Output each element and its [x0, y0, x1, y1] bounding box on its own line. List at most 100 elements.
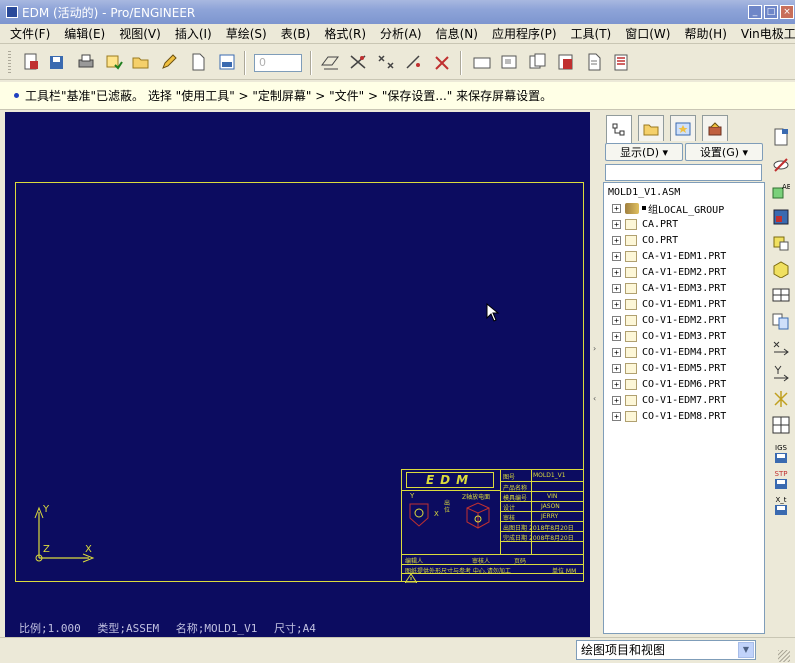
value-spinner[interactable]: 0	[254, 54, 302, 72]
export-stp-icon[interactable]: STP	[772, 466, 790, 494]
table-grid-icon[interactable]	[772, 286, 790, 304]
datum-plane-display-icon[interactable]	[320, 52, 340, 72]
grid-window-icon[interactable]	[772, 416, 790, 434]
export-igs-icon[interactable]: IGS	[772, 440, 790, 468]
label-view-icon[interactable]: AB	[772, 182, 790, 200]
new-drawing-icon[interactable]	[21, 52, 41, 72]
menu-vin-electrode[interactable]: Vin电极工具	[741, 25, 795, 42]
menu-sketch[interactable]: 草绘(S)	[226, 25, 267, 42]
tab-favorites[interactable]	[670, 115, 696, 141]
chevron-down-icon[interactable]: ▼	[738, 642, 754, 658]
detail-view-icon[interactable]	[772, 260, 790, 278]
group-icon	[625, 202, 639, 214]
menu-tools[interactable]: 工具(T)	[571, 25, 612, 42]
menu-insert[interactable]: 插入(I)	[175, 25, 212, 42]
tree-node-part[interactable]: + CO-V1-EDM1.PRT	[612, 296, 726, 312]
general-view-icon[interactable]	[772, 208, 790, 226]
sheet-icon[interactable]	[472, 52, 492, 72]
tree-node-part[interactable]: + CA-V1-EDM1.PRT	[612, 248, 726, 264]
view-icon[interactable]	[500, 52, 520, 72]
tree-node-part[interactable]: + CO-V1-EDM3.PRT	[612, 328, 726, 344]
menu-info[interactable]: 信息(N)	[436, 25, 478, 42]
tree-node-part[interactable]: + CO-V1-EDM2.PRT	[612, 312, 726, 328]
tree-node-group[interactable]: + 组LOCAL_GROUP	[612, 200, 724, 216]
model-tree[interactable]: MOLD1_V1.ASM + 组LOCAL_GROUP + CA.PRT + CO.PRT…	[603, 182, 765, 634]
menu-format[interactable]: 格式(R)	[324, 25, 366, 42]
copy-view-icon[interactable]	[772, 312, 790, 330]
collapse-arrow-icon[interactable]: ‹	[593, 394, 596, 403]
menu-table[interactable]: 表(B)	[281, 25, 311, 42]
annotation-off-icon[interactable]	[432, 52, 452, 72]
toolbar-grip[interactable]	[8, 51, 11, 75]
expand-node-icon[interactable]: +	[612, 395, 621, 405]
new-sheet-icon[interactable]	[772, 128, 790, 146]
note-icon[interactable]	[584, 52, 604, 72]
datum-csys-display-icon[interactable]	[404, 52, 424, 72]
tab-connections[interactable]	[702, 115, 728, 141]
tree-node-part[interactable]: + CO.PRT	[612, 232, 678, 248]
tab-model-tree[interactable]	[606, 115, 632, 143]
expand-node-icon[interactable]: +	[612, 315, 621, 325]
tree-node-part[interactable]: + CA-V1-EDM2.PRT	[612, 264, 726, 280]
close-button[interactable]: ×	[780, 5, 794, 19]
expand-node-icon[interactable]: +	[612, 219, 621, 229]
table-icon[interactable]	[556, 52, 576, 72]
tree-node-part[interactable]: + CO-V1-EDM8.PRT	[612, 408, 726, 424]
open-folder-icon[interactable]	[131, 52, 151, 72]
tab-folder-browser[interactable]	[638, 115, 664, 141]
expand-node-icon[interactable]: +	[612, 379, 621, 389]
menu-window[interactable]: 窗口(W)	[625, 25, 670, 42]
menu-edit[interactable]: 编辑(E)	[64, 25, 105, 42]
resize-grip[interactable]	[778, 650, 790, 662]
tree-node-part[interactable]: + CO-V1-EDM7.PRT	[612, 392, 726, 408]
hide-view-icon[interactable]	[772, 156, 790, 174]
expand-node-icon[interactable]: +	[612, 283, 621, 293]
save-copy-icon[interactable]	[47, 52, 67, 72]
tree-root[interactable]: MOLD1_V1.ASM	[608, 184, 680, 200]
expand-node-icon[interactable]: +	[612, 235, 621, 245]
tree-node-part[interactable]: + CA.PRT	[612, 216, 678, 232]
menu-analysis[interactable]: 分析(A)	[380, 25, 422, 42]
axis-cross-icon[interactable]	[772, 390, 790, 408]
projection-view-icon[interactable]	[772, 234, 790, 252]
datum-axis-display-icon[interactable]	[348, 52, 368, 72]
tree-node-part[interactable]: + CO-V1-EDM5.PRT	[612, 360, 726, 376]
menu-help[interactable]: 帮助(H)	[684, 25, 726, 42]
report-icon[interactable]	[612, 52, 632, 72]
print-icon[interactable]	[76, 52, 96, 72]
expand-node-icon[interactable]: +	[612, 203, 621, 213]
edit-pencil-icon[interactable]	[159, 52, 179, 72]
menu-applications[interactable]: 应用程序(P)	[492, 25, 557, 42]
export-xt-icon[interactable]: X_t	[772, 492, 790, 520]
regenerate-icon[interactable]	[104, 52, 124, 72]
datum-point-display-icon[interactable]	[376, 52, 396, 72]
settings-dropdown[interactable]: 设置(G) ▾	[685, 143, 763, 161]
y-arrow-icon[interactable]	[772, 364, 790, 382]
expand-node-icon[interactable]: +	[612, 331, 621, 341]
tree-node-part[interactable]: + CA-V1-EDM3.PRT	[612, 280, 726, 296]
expand-node-icon[interactable]: +	[612, 347, 621, 357]
maximize-button[interactable]: □	[764, 5, 778, 19]
tree-node-part[interactable]: + CO-V1-EDM6.PRT	[612, 376, 726, 392]
menu-view[interactable]: 视图(V)	[119, 25, 161, 42]
expand-arrow-icon[interactable]: ›	[593, 344, 596, 353]
expand-node-icon[interactable]: +	[612, 363, 621, 373]
expand-node-icon[interactable]: +	[612, 251, 621, 261]
save-window-icon[interactable]	[217, 52, 237, 72]
expand-node-icon[interactable]: +	[612, 411, 621, 421]
menu-file[interactable]: 文件(F)	[10, 25, 50, 42]
x-arrow-icon[interactable]	[772, 338, 790, 356]
tree-filter-input[interactable]	[605, 164, 762, 181]
panel-splitter[interactable]: › ‹	[591, 112, 601, 637]
expand-node-icon[interactable]: +	[612, 267, 621, 277]
graphics-window[interactable]: EDM Y Z轴放电面 X 出位 图号 MOLD1_V1 产品名称 模具编号 VIN…	[5, 112, 590, 637]
tree-node-label: CO-V1-EDM8.PRT	[642, 410, 727, 422]
tree-node-part[interactable]: + CO-V1-EDM4.PRT	[612, 344, 726, 360]
blank-page-icon[interactable]	[188, 52, 208, 72]
selection-filter-select[interactable]: 绘图项目和视图 ▼	[576, 640, 756, 660]
expand-node-icon[interactable]: +	[612, 299, 621, 309]
minimize-button[interactable]: _	[748, 5, 762, 19]
display-dropdown[interactable]: 显示(D) ▾	[605, 143, 683, 161]
copy-sheet-icon[interactable]	[528, 52, 548, 72]
arrow-text: 出位	[444, 500, 451, 514]
